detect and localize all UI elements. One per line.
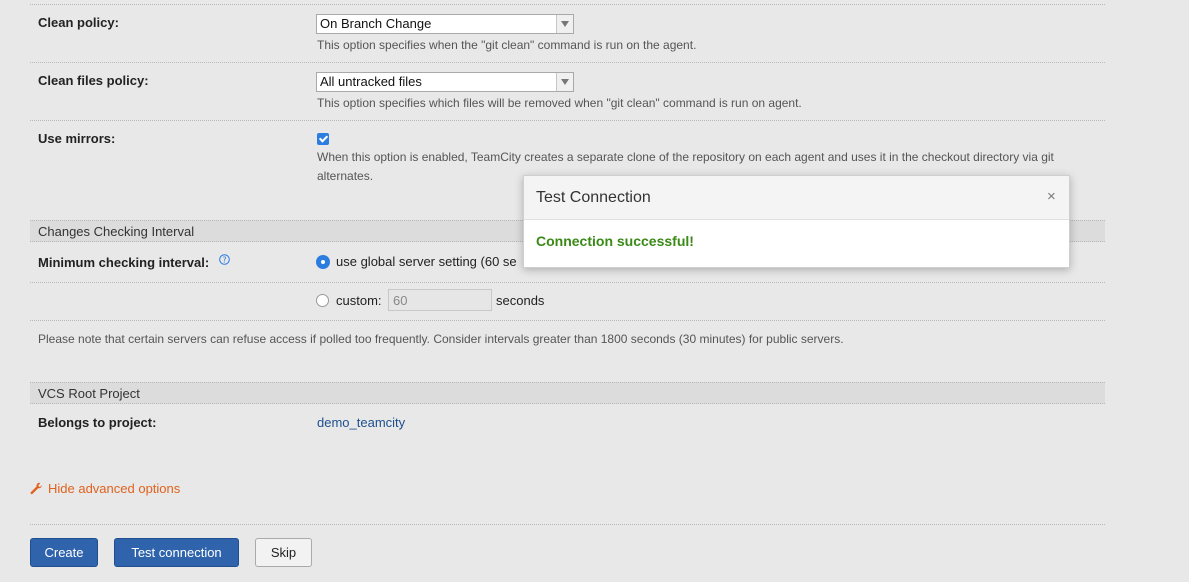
belongs-to-project-label: Belongs to project: bbox=[38, 415, 157, 430]
dialog-header: Test Connection × bbox=[524, 176, 1069, 220]
test-connection-dialog: Test Connection × Connection successful! bbox=[523, 175, 1070, 268]
radio-global-setting-label: use global server setting (60 se bbox=[336, 254, 517, 269]
clean-policy-hint: This option specifies when the "git clea… bbox=[317, 38, 697, 52]
project-link[interactable]: demo_teamcity bbox=[317, 415, 405, 430]
connection-success-message: Connection successful! bbox=[536, 233, 694, 249]
use-mirrors-hint-line2: alternates. bbox=[317, 169, 374, 183]
skip-button[interactable]: Skip bbox=[255, 538, 312, 567]
clean-policy-value: On Branch Change bbox=[320, 16, 432, 31]
hide-advanced-options-label: Hide advanced options bbox=[48, 481, 181, 496]
svg-text:?: ? bbox=[222, 255, 226, 264]
divider bbox=[30, 282, 1105, 283]
minimum-checking-interval-label: Minimum checking interval: bbox=[38, 255, 210, 270]
use-mirrors-checkbox[interactable] bbox=[317, 133, 329, 145]
chevron-down-icon bbox=[556, 73, 573, 91]
clean-files-policy-select[interactable]: All untracked files bbox=[316, 72, 574, 92]
clean-files-policy-label: Clean files policy: bbox=[38, 73, 149, 88]
dialog-title: Test Connection bbox=[536, 189, 651, 206]
clean-policy-label: Clean policy: bbox=[38, 15, 119, 30]
radio-global-setting[interactable] bbox=[316, 255, 330, 269]
custom-interval-input[interactable] bbox=[388, 289, 492, 311]
wrench-icon bbox=[30, 482, 42, 495]
divider bbox=[30, 4, 1105, 5]
divider bbox=[30, 120, 1105, 121]
use-mirrors-hint-line1: When this option is enabled, TeamCity cr… bbox=[317, 150, 1054, 164]
test-connection-button[interactable]: Test connection bbox=[114, 538, 239, 567]
radio-custom[interactable] bbox=[316, 294, 329, 307]
question-circle-icon[interactable]: ? bbox=[219, 254, 230, 265]
radio-custom-label: custom: bbox=[336, 293, 382, 308]
use-mirrors-label: Use mirrors: bbox=[38, 131, 116, 146]
divider bbox=[30, 320, 1105, 321]
clean-files-policy-hint: This option specifies which files will b… bbox=[317, 96, 802, 110]
divider bbox=[30, 524, 1105, 525]
chevron-down-icon bbox=[556, 15, 573, 33]
create-button[interactable]: Create bbox=[30, 538, 98, 567]
close-icon[interactable]: × bbox=[1047, 188, 1056, 205]
clean-files-policy-value: All untracked files bbox=[320, 74, 422, 89]
section-header-vcs-root-project: VCS Root Project bbox=[30, 382, 1105, 404]
clean-policy-select[interactable]: On Branch Change bbox=[316, 14, 574, 34]
divider bbox=[30, 62, 1105, 63]
custom-interval-unit: seconds bbox=[496, 293, 545, 308]
polling-note: Please note that certain servers can ref… bbox=[38, 332, 844, 346]
